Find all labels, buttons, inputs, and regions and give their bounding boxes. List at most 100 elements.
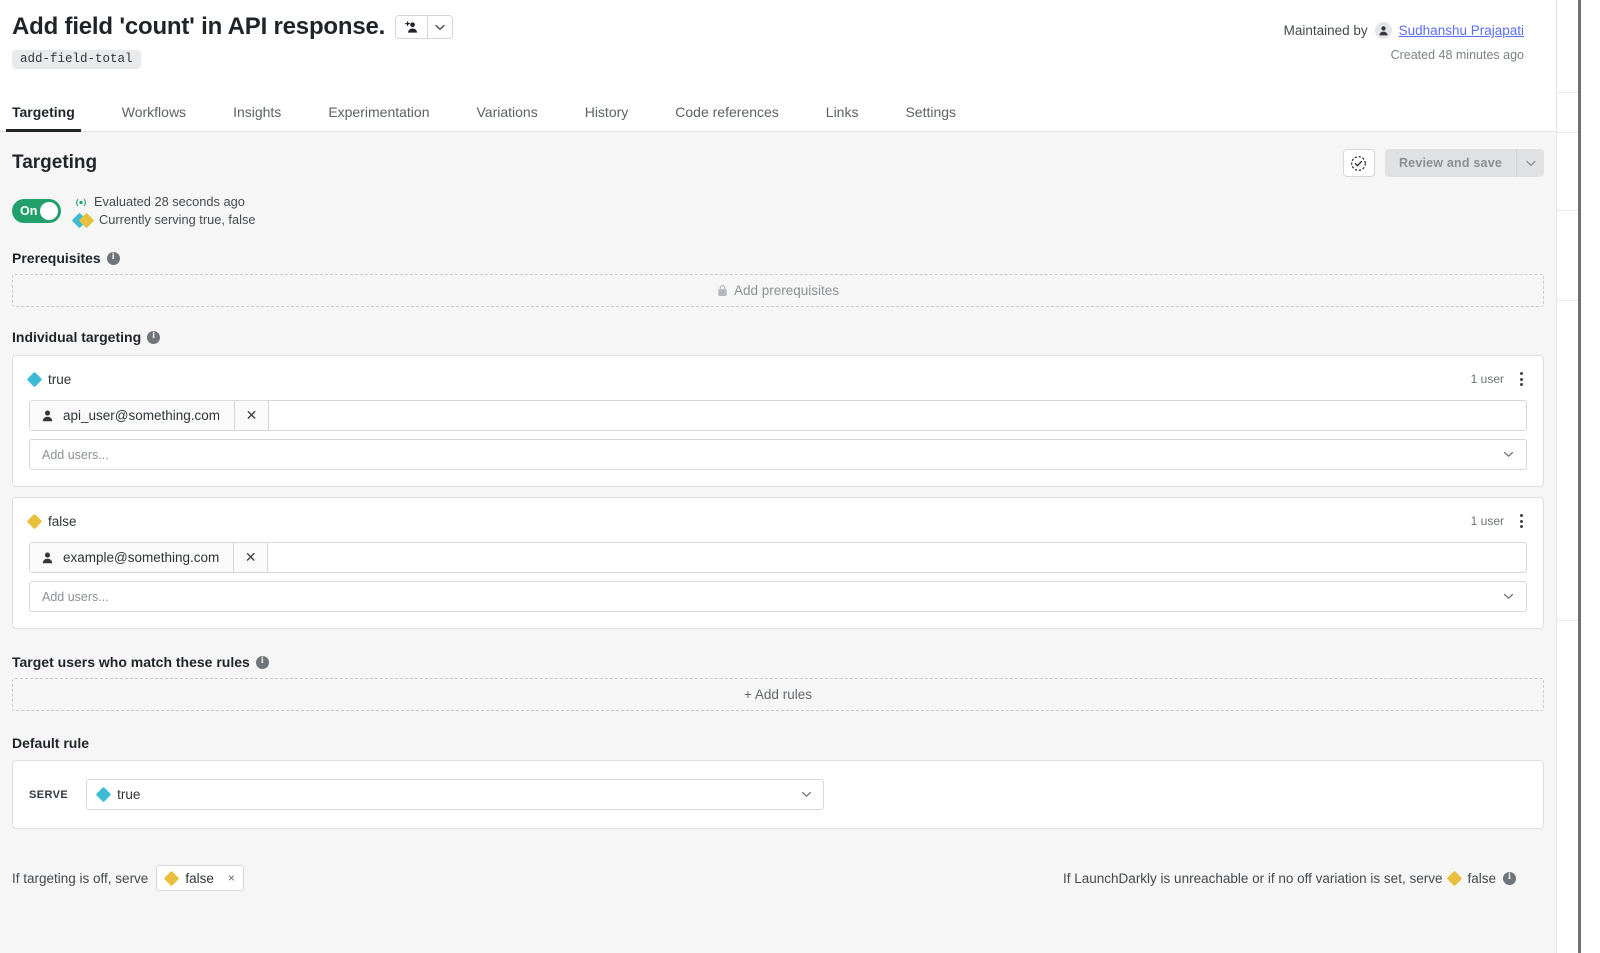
info-icon[interactable]: i — [147, 330, 161, 344]
review-and-save-dropdown[interactable] — [1516, 149, 1544, 177]
maintained-by-label: Maintained by — [1283, 23, 1368, 38]
add-prerequisites-label-group: Add prerequisites — [717, 283, 839, 298]
individual-targeting-label-row: Individual targeting i — [12, 329, 1544, 345]
dual-variation-icon — [71, 212, 95, 228]
targeting-header-row: Targeting Review and save — [12, 133, 1544, 177]
targeting-footer: If targeting is off, serve false × If La… — [12, 865, 1544, 891]
panel-outer-edge — [1581, 0, 1600, 953]
user-token-body: example@something.com — [30, 543, 235, 572]
broadcast-icon — [76, 198, 86, 206]
tab-links[interactable]: Links — [826, 104, 859, 131]
add-rules-label: + Add rules — [744, 687, 812, 702]
info-icon[interactable]: i — [1503, 871, 1516, 885]
info-icon[interactable]: i — [106, 251, 120, 265]
evaluated-status: Evaluated 28 seconds ago — [74, 194, 255, 210]
add-rules-row[interactable]: + Add rules — [12, 678, 1544, 711]
flag-on-off-toggle[interactable]: On — [12, 199, 61, 223]
serve-label: SERVE — [29, 788, 69, 801]
off-variation-label: false — [185, 870, 214, 886]
individual-targeting-card-false: false 1 user example@something.com ✕ Add… — [12, 497, 1544, 629]
tab-history[interactable]: History — [585, 104, 629, 131]
toggle-knob — [40, 202, 58, 220]
avatar — [1374, 22, 1392, 39]
serve-value-group: true — [95, 786, 141, 803]
review-and-save-group: Review and save — [1384, 149, 1544, 177]
targeting-heading: Targeting — [12, 152, 98, 173]
add-maintainer-button[interactable] — [396, 16, 427, 38]
add-prerequisites-row[interactable]: Add prerequisites — [12, 274, 1544, 307]
serving-status: Currently serving true, false — [71, 212, 256, 228]
title-row: Add field 'count' in API response. — [12, 12, 454, 42]
variation-name: true — [48, 371, 72, 387]
audit-log-button[interactable] — [1342, 149, 1375, 177]
review-and-save-button[interactable]: Review and save — [1385, 149, 1516, 177]
tab-experimentation[interactable]: Experimentation — [328, 104, 429, 131]
maintainer-dropdown-button[interactable] — [427, 16, 452, 38]
card-meta: 1 user — [1471, 370, 1527, 388]
user-token: example@something.com ✕ — [30, 543, 269, 572]
prerequisites-label: Prerequisites — [12, 250, 101, 266]
flag-status-row: On Evaluated 28 seconds ago Currently se… — [12, 194, 1544, 228]
tab-workflows[interactable]: Workflows — [122, 104, 186, 131]
person-icon — [42, 410, 53, 422]
tab-insights[interactable]: Insights — [233, 104, 281, 131]
close-icon[interactable]: ✕ — [234, 543, 267, 572]
variation-name-group: false — [26, 513, 77, 529]
page-title: Add field 'count' in API response. — [12, 13, 386, 40]
kebab-menu-icon[interactable] — [1516, 512, 1527, 530]
off-variation-prefix: If targeting is off, serve — [12, 870, 149, 886]
fallthrough-group: If LaunchDarkly is unreachable or if no … — [1063, 870, 1516, 886]
maintainer-info: Maintained by Sudhanshu Prajapati — [1284, 22, 1524, 39]
fallthrough-variation: false — [1467, 870, 1496, 886]
tab-variations[interactable]: Variations — [476, 104, 537, 131]
tab-code-references[interactable]: Code references — [675, 104, 779, 131]
evaluated-text: Evaluated 28 seconds ago — [94, 194, 245, 209]
serve-value: true — [117, 787, 141, 802]
user-token-label: example@something.com — [63, 550, 220, 565]
serving-text: Currently serving true, false — [99, 212, 256, 227]
flag-targeting-page: Add field 'count' in API response. add-f… — [0, 0, 1600, 953]
kebab-menu-icon[interactable] — [1516, 370, 1527, 388]
chevron-down-icon — [1525, 160, 1536, 166]
default-serve-select[interactable]: true — [86, 779, 825, 810]
created-timestamp: Created 48 minutes ago — [1390, 48, 1524, 62]
maintainer-link[interactable]: Sudhanshu Prajapati — [1399, 23, 1524, 38]
tab-bar: Targeting Workflows Insights Experimenta… — [0, 92, 1556, 132]
card-meta: 1 user — [1471, 512, 1527, 530]
lock-icon — [718, 285, 727, 296]
close-icon[interactable]: ✕ — [235, 401, 268, 430]
user-token-label: api_user@something.com — [63, 408, 221, 423]
card-header: true 1 user — [26, 370, 1527, 388]
close-icon[interactable]: × — [228, 871, 235, 885]
default-rule-label-row: Default rule — [12, 735, 1544, 751]
variation-diamond-icon — [26, 371, 43, 387]
toggle-label: On — [20, 204, 38, 218]
default-rule-label: Default rule — [12, 735, 90, 751]
rules-label-row: Target users who match these rules i — [12, 654, 1544, 670]
tab-settings[interactable]: Settings — [905, 104, 956, 131]
variation-diamond-icon — [1447, 870, 1463, 886]
add-users-placeholder: Add users... — [42, 589, 109, 604]
variation-name: false — [48, 513, 77, 529]
add-users-input[interactable]: Add users... — [29, 581, 1527, 612]
maintainer-actions-group — [395, 15, 454, 39]
user-token-body: api_user@something.com — [30, 401, 236, 430]
card-header: false 1 user — [26, 512, 1527, 530]
person-icon — [1379, 26, 1388, 36]
fallthrough-text: If LaunchDarkly is unreachable or if no … — [1063, 870, 1443, 886]
off-variation-group: If targeting is off, serve false × — [12, 865, 244, 891]
off-variation-token[interactable]: false × — [156, 865, 244, 891]
variation-diamond-icon — [164, 870, 180, 886]
individual-targeting-label: Individual targeting — [12, 329, 142, 345]
variation-diamond-icon — [26, 513, 43, 529]
info-icon[interactable]: i — [255, 655, 269, 669]
check-circle-dashed-icon — [1351, 155, 1367, 171]
variation-name-group: true — [26, 371, 72, 387]
targeting-header-actions: Review and save — [1342, 149, 1544, 177]
status-lines: Evaluated 28 seconds ago Currently servi… — [71, 194, 256, 228]
add-person-icon — [405, 20, 418, 33]
add-users-input[interactable]: Add users... — [29, 439, 1527, 470]
individual-targeting-card-true: true 1 user api_user@something.com ✕ Add… — [12, 355, 1544, 487]
tab-targeting[interactable]: Targeting — [6, 104, 81, 132]
person-icon — [42, 552, 53, 564]
